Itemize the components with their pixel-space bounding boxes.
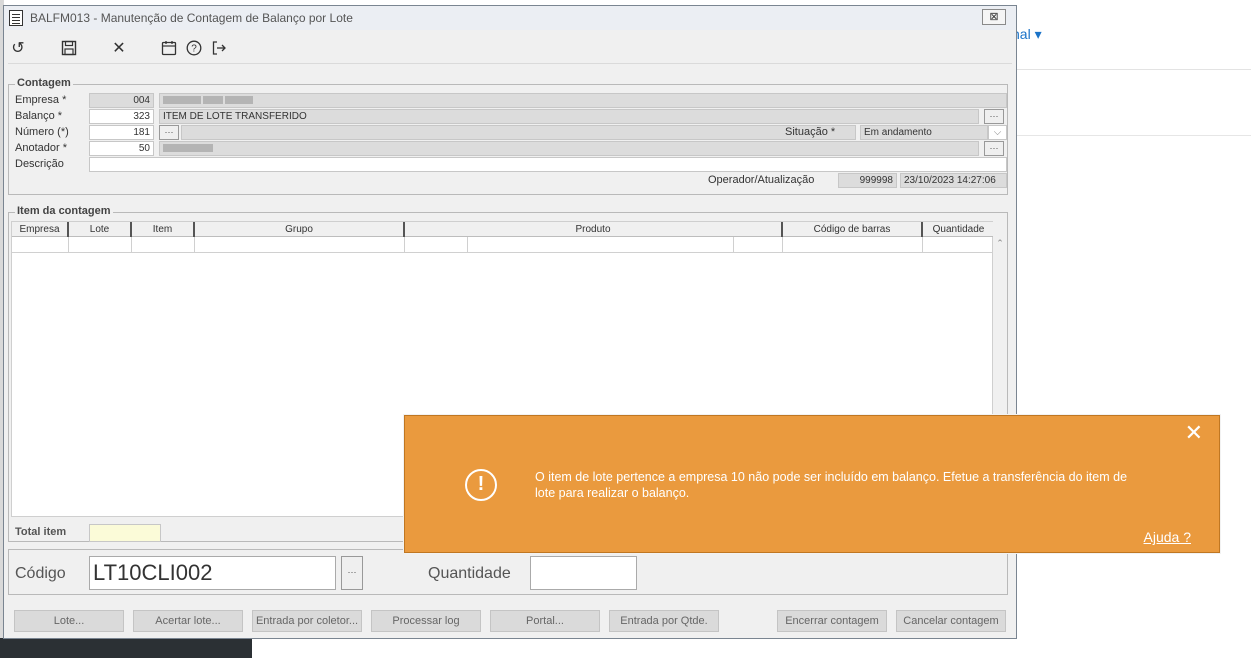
toolbar: ↺ ✕ ?	[4, 30, 1016, 64]
empresa-label: Empresa *	[15, 94, 67, 106]
acertar-lote-button[interactable]: Acertar lote...	[133, 610, 243, 632]
grid-header: Empresa Lote Item Grupo Produto Código d…	[12, 222, 994, 237]
table-cell[interactable]	[195, 237, 405, 253]
redacted-text	[203, 96, 223, 105]
background-header	[1017, 0, 1251, 70]
operador-label: Operador/Atualização	[708, 174, 815, 186]
calendar-icon[interactable]	[159, 38, 179, 58]
background-divider	[1017, 135, 1251, 136]
scroll-up-icon[interactable]: ⌃	[993, 236, 1007, 250]
table-cell[interactable]	[69, 237, 132, 253]
portal-button[interactable]: Portal...	[490, 610, 600, 632]
chevron-down-icon[interactable]: ⌵	[988, 125, 1007, 140]
balanco-label: Balanço *	[15, 110, 63, 122]
save-icon[interactable]	[59, 38, 79, 58]
entrada-coletor-button[interactable]: Entrada por coletor...	[252, 610, 362, 632]
col-quantidade[interactable]: Quantidade	[923, 222, 994, 237]
processar-log-button[interactable]: Processar log	[371, 610, 481, 632]
window-close-button[interactable]: ⊠	[982, 9, 1006, 25]
warning-icon: !	[465, 469, 497, 501]
close-icon[interactable]: ✕	[109, 38, 129, 58]
situacao-label: Situação *	[785, 126, 836, 138]
background-taskbar	[0, 638, 252, 658]
total-item-field	[89, 524, 161, 542]
entrada-qtde-button[interactable]: Entrada por Qtde.	[609, 610, 719, 632]
total-item-label: Total item	[15, 526, 67, 538]
redacted-text	[163, 144, 213, 153]
redacted-text	[163, 96, 201, 105]
quantidade-label: Quantidade	[428, 565, 511, 582]
lote-button[interactable]: Lote...	[14, 610, 124, 632]
col-item[interactable]: Item	[132, 222, 195, 237]
redacted-text	[225, 96, 253, 105]
empresa-field[interactable]: 004	[89, 93, 154, 108]
descricao-label: Descrição	[15, 158, 64, 170]
itens-group-title: Item da contagem	[15, 205, 113, 217]
col-empresa[interactable]: Empresa	[12, 222, 69, 237]
contagem-group-title: Contagem	[15, 77, 73, 89]
window-titlebar[interactable]: BALFM013 - Manutenção de Contagem de Bal…	[4, 6, 1016, 30]
codigo-label: Código	[15, 565, 66, 582]
table-cell[interactable]	[783, 237, 923, 253]
col-grupo[interactable]: Grupo	[195, 222, 405, 237]
table-cell[interactable]	[12, 237, 69, 253]
balanco-desc-field: ITEM DE LOTE TRANSFERIDO	[159, 109, 979, 124]
codigo-lookup-button[interactable]: ⋯	[341, 556, 363, 590]
toolbar-divider	[8, 63, 1012, 64]
anotador-name-field	[159, 141, 979, 156]
document-icon	[9, 10, 23, 26]
exit-icon[interactable]	[209, 38, 229, 58]
table-cell[interactable]	[405, 237, 468, 253]
balanco-lookup-button[interactable]: ⋯	[984, 109, 1004, 124]
col-lote[interactable]: Lote	[69, 222, 132, 237]
anotador-lookup-button[interactable]: ⋯	[984, 141, 1004, 156]
situacao-select[interactable]: Em andamento	[860, 125, 988, 140]
window-title: BALFM013 - Manutenção de Contagem de Bal…	[30, 11, 353, 25]
toast-message: O item de lote pertence a empresa 10 não…	[535, 470, 1128, 500]
table-row[interactable]	[12, 237, 994, 253]
help-icon[interactable]: ?	[184, 38, 204, 58]
warning-toast: ! O item de lote pertence a empresa 10 n…	[404, 415, 1220, 553]
table-cell[interactable]	[923, 237, 994, 253]
col-codigo-barras[interactable]: Código de barras	[783, 222, 923, 237]
numero-lookup-button[interactable]: ⋯	[159, 125, 179, 140]
encerrar-contagem-button[interactable]: Encerrar contagem	[777, 610, 887, 632]
undo-icon[interactable]: ↺	[8, 38, 28, 58]
numero-desc-field	[181, 125, 856, 140]
anotador-field[interactable]: 50	[89, 141, 154, 156]
table-cell[interactable]	[734, 237, 783, 253]
help-link[interactable]: Ajuda ?	[1144, 529, 1191, 545]
quantidade-input[interactable]	[530, 556, 637, 590]
table-cell[interactable]	[132, 237, 195, 253]
descricao-field[interactable]	[89, 157, 1007, 172]
col-produto[interactable]: Produto	[405, 222, 783, 237]
numero-label: Número (*)	[15, 126, 69, 138]
codigo-input[interactable]: LT10CLI002	[89, 556, 336, 590]
cancelar-contagem-button[interactable]: Cancelar contagem	[896, 610, 1006, 632]
close-icon[interactable]: ✕	[1185, 422, 1203, 444]
atualizacao-field: 23/10/2023 14:27:06	[900, 173, 1007, 188]
operador-field: 999998	[838, 173, 897, 188]
empresa-name-field	[159, 93, 1007, 108]
numero-field[interactable]: 181	[89, 125, 154, 140]
anotador-label: Anotador *	[15, 142, 67, 154]
table-cell[interactable]	[468, 237, 734, 253]
svg-text:?: ?	[191, 44, 197, 55]
balanco-field[interactable]: 323	[89, 109, 154, 124]
